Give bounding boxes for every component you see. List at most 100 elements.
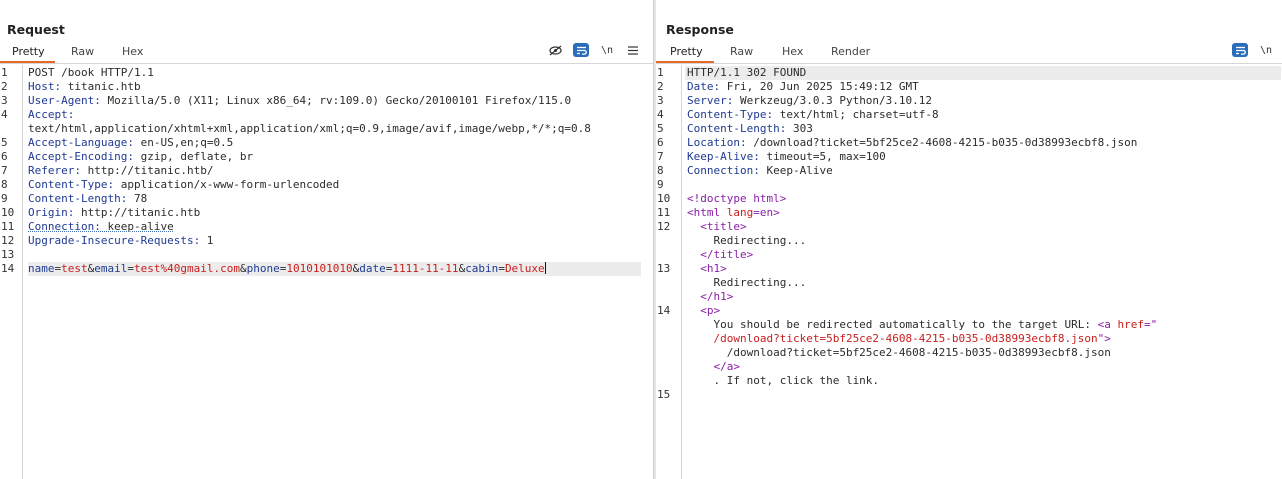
response-editor[interactable]: 1 2 3 4 5 6 7 8 9 10 11 12 13 14 15 HTTP… [656,65,1282,479]
param-eq: = [127,262,134,275]
line-number: 12 [1,234,15,247]
html-tag: <h1> [687,262,727,275]
header-value: /download?ticket=5bf25ce2-4608-4215-b035… [746,136,1138,149]
request-start-line: POST /book HTTP/1.1 [28,66,154,79]
line-number: 8 [1,178,8,191]
request-line: Accept: [28,108,74,122]
line-number: 11 [1,220,15,233]
header-name: Upgrade-Insecure-Requests: [28,234,201,247]
request-line: text/html,application/xhtml+xml,applicat… [28,122,591,136]
response-line: . If not, click the link. [687,374,879,388]
html-text: /download?ticket=5bf25ce2-4608-4215-b035… [687,346,1111,359]
html-text: . If not, click the link. [687,374,880,387]
param-value: 1111-11-11 [392,262,459,275]
request-line: User-Agent: Mozilla/5.0 (X11; Linux x86_… [28,94,571,108]
request-editor[interactable]: 1 2 3 4 5 6 7 8 9 10 11 12 13 14 POST /b… [0,65,653,479]
tab-hex[interactable]: Hex [122,45,143,58]
header-value: text/html,application/xhtml+xml,applicat… [28,122,591,135]
tab-pretty[interactable]: Pretty [12,45,45,58]
param-name: date [359,262,386,275]
param-name: name [28,262,55,275]
request-title: Request [7,22,65,37]
request-line: Accept-Encoding: gzip, deflate, br [28,150,253,164]
response-line: <p> [687,304,720,318]
header-value: titanic.htb [61,80,141,93]
line-number: 2 [657,80,664,93]
header-name: Origin: [28,206,75,219]
tab-pretty[interactable]: Pretty [670,45,703,58]
line-number: 5 [657,122,664,135]
tab-render[interactable]: Render [831,45,870,58]
param-sep: & [239,262,247,275]
html-attr: lang [726,206,754,219]
param-name: phone [246,262,280,275]
line-number: 11 [657,206,671,219]
line-number: 3 [657,94,664,107]
wrap-icon[interactable] [573,43,589,57]
active-tab-indicator [656,61,714,63]
param-value: Deluxe [504,262,545,275]
param-value: test [61,262,88,275]
response-pane: Response Pretty Raw Hex Render \n 1 2 3 … [656,0,1282,479]
header-name: Location: [687,136,747,149]
response-title: Response [666,22,734,37]
header-value: 1 [200,234,214,247]
response-line: /download?ticket=5bf25ce2-4608-4215-b035… [687,346,1111,360]
response-toolbar: \n [1232,43,1278,59]
header-name: Referer: [28,164,81,177]
html-tag: <p> [687,304,721,317]
param-value: test%40gmail.com [134,262,240,275]
header-value: 78 [127,192,148,205]
tab-raw[interactable]: Raw [71,45,94,58]
newline-toggle[interactable]: \n [599,43,615,57]
request-line: POST /book HTTP/1.1 [28,66,154,80]
header-value: Keep-Alive [759,164,833,177]
request-line: Connection: keep-alive [28,220,174,234]
line-number: 9 [1,192,8,205]
line-number: 7 [657,150,664,163]
param-value: 1010101010 [286,262,353,275]
header-name: Content-Length: [28,192,128,205]
line-number: 5 [1,136,8,149]
newline-toggle[interactable]: \n [1258,43,1274,57]
header-name: Accept-Encoding: [28,150,134,163]
header-name: Server: [687,94,734,107]
line-number: 15 [657,388,671,401]
menu-icon[interactable] [625,43,641,57]
line-number: 6 [1,150,8,163]
response-line: </h1> [687,290,733,304]
eye-slash-icon[interactable] [547,43,563,57]
tab-hex[interactable]: Hex [782,45,803,58]
line-number: 13 [1,248,15,261]
response-line: Redirecting... [687,234,806,248]
header-name: Keep-Alive: [687,150,760,163]
header-value: timeout=5, max=100 [759,150,886,163]
response-line: /download?ticket=5bf25ce2-4608-4215-b035… [687,332,1110,346]
line-number: 4 [657,108,664,121]
line-number: 1 [1,66,8,79]
request-line: Upgrade-Insecure-Requests: 1 [28,234,213,248]
response-line: You should be redirected automatically t… [687,318,1157,332]
html-attr-value: /download?ticket=5bf25ce2-4608-4215-b035… [687,332,1098,345]
header-value: application/x-www-form-urlencoded [114,178,340,191]
response-tabs: Pretty Raw Hex Render [656,42,1282,64]
response-line: Location: /download?ticket=5bf25ce2-4608… [687,136,1137,150]
html-tag: </a> [687,360,740,373]
tab-raw[interactable]: Raw [730,45,753,58]
html-text: You should be redirected automatically t… [687,318,1098,331]
line-number: 2 [1,80,8,93]
wrap-icon[interactable] [1232,43,1248,57]
header-name: Connection: [28,220,101,233]
html-tag: =en> [753,206,780,219]
line-number: 14 [1,262,15,275]
header-name: Date: [687,80,721,93]
response-line: Connection: Keep-Alive [687,164,833,178]
line-number: 4 [1,108,8,121]
html-tag: </title> [687,248,754,261]
header-value: 303 [786,122,813,135]
header-name: Content-Length: [687,122,787,135]
html-tag: <!doctype html> [687,192,787,205]
header-name: Content-Type: [687,108,774,121]
param-name: cabin [465,262,499,275]
line-number: 14 [657,304,671,317]
